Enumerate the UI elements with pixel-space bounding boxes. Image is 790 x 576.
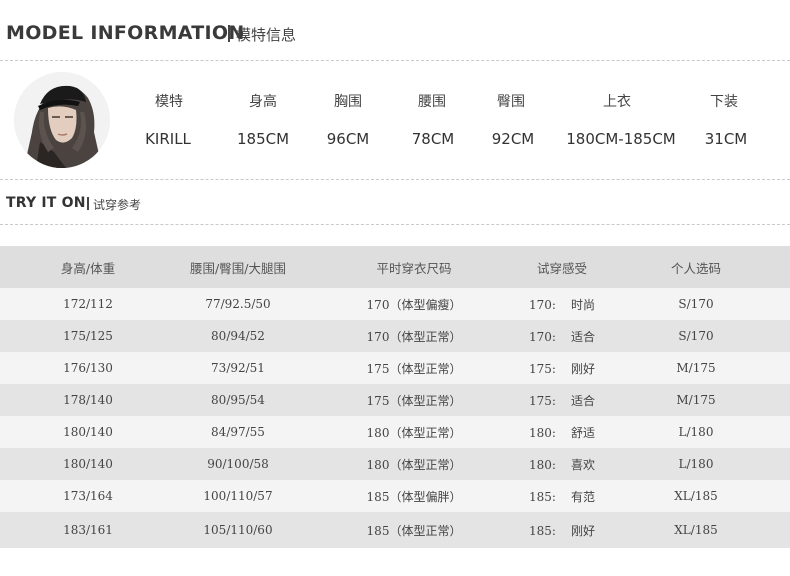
table-header-row: 身高/体重 腰围/臀围/大腿围 平时穿衣尺码 试穿感受 个人选码 — [0, 246, 790, 288]
cell-chosen-size: XL/185 — [674, 489, 718, 503]
cell-measurements: 73/92/51 — [211, 361, 265, 375]
cell-height-weight: 176/130 — [63, 361, 113, 375]
cell-usual-size: 180（体型正常） — [366, 425, 462, 440]
cell-height-weight: 172/112 — [63, 297, 113, 311]
cell-measurements: 90/100/58 — [207, 457, 269, 471]
dashed-divider — [0, 60, 790, 61]
table-row: 180/140 90/100/58 180（体型正常） 180: 喜欢 L/180 — [0, 448, 790, 480]
title-divider — [228, 25, 230, 42]
section-title-cn: 模特信息 — [236, 26, 297, 44]
cell-usual-size: 185（体型正常） — [366, 523, 462, 538]
model-col-label-model: 模特 — [155, 94, 183, 110]
cell-measurements: 84/97/55 — [211, 425, 265, 439]
fit-word: 刚好 — [570, 361, 596, 376]
fit-size: 180: — [528, 425, 556, 440]
cell-chosen-size: M/175 — [676, 361, 716, 375]
model-photo — [14, 72, 110, 168]
header-measurements: 腰围/臀围/大腿围 — [190, 260, 286, 276]
cell-fit-feeling: 170: 适合 — [529, 328, 595, 345]
cell-usual-size: 175（体型正常） — [366, 361, 462, 376]
cell-chosen-size: L/180 — [678, 425, 714, 439]
model-col-label-height: 身高 — [249, 94, 277, 110]
header-chosen-size: 个人选码 — [670, 260, 722, 276]
cell-measurements: 80/94/52 — [211, 329, 265, 343]
cell-chosen-size: L/180 — [678, 457, 714, 471]
cell-chosen-size: S/170 — [678, 329, 714, 343]
model-col-label-waist: 腰围 — [418, 94, 446, 110]
cell-height-weight: 180/140 — [63, 425, 113, 439]
table-row: 173/164 100/110/57 185（体型偏胖） 185: 有范 XL/1… — [0, 480, 790, 512]
header-usual-size: 平时穿衣尺码 — [376, 260, 452, 276]
fit-word: 时尚 — [570, 297, 596, 312]
fit-word: 适合 — [570, 329, 596, 344]
fit-word: 喜欢 — [570, 457, 596, 472]
model-bottom-size: 31CM — [704, 130, 748, 148]
model-col-label-bottom: 下装 — [710, 94, 738, 110]
table-row: 180/140 84/97/55 180（体型正常） 180: 舒适 L/180 — [0, 416, 790, 448]
table-row: 175/125 80/94/52 170（体型正常） 170: 适合 S/170 — [0, 320, 790, 352]
cell-chosen-size: M/175 — [676, 393, 716, 407]
fit-size: 170: — [528, 329, 556, 344]
model-name: KIRILL — [145, 130, 191, 148]
section-title-en: MODEL INFORMATION — [6, 22, 245, 44]
model-top-size: 180CM-185CM — [566, 130, 676, 148]
fit-word: 舒适 — [570, 425, 596, 440]
fit-size: 175: — [528, 393, 556, 408]
cell-usual-size: 170（体型正常） — [366, 329, 462, 344]
model-col-label-top: 上衣 — [603, 94, 631, 110]
try-on-divider — [87, 197, 89, 210]
model-waist: 78CM — [411, 130, 455, 148]
cell-height-weight: 178/140 — [63, 393, 113, 407]
cell-height-weight: 180/140 — [63, 457, 113, 471]
model-col-label-chest: 胸围 — [334, 94, 362, 110]
cell-fit-feeling: 185: 刚好 — [529, 522, 595, 539]
cell-chosen-size: S/170 — [678, 297, 714, 311]
cell-measurements: 105/110/60 — [203, 523, 273, 537]
cell-usual-size: 185（体型偏胖） — [366, 489, 462, 504]
table-row: 178/140 80/95/54 175（体型正常） 175: 适合 M/175 — [0, 384, 790, 416]
cell-usual-size: 170（体型偏瘦） — [366, 297, 462, 312]
model-col-label-hip: 臀围 — [497, 94, 525, 110]
table-row: 183/161 105/110/60 185（体型正常） 185: 刚好 XL/1… — [0, 512, 790, 548]
fit-size: 170: — [528, 297, 556, 312]
model-hip: 92CM — [491, 130, 535, 148]
fit-reference-table: 身高/体重 腰围/臀围/大腿围 平时穿衣尺码 试穿感受 个人选码 172/112… — [0, 246, 790, 548]
fit-word: 适合 — [570, 393, 596, 408]
cell-fit-feeling: 185: 有范 — [529, 488, 595, 505]
fit-word: 刚好 — [570, 523, 596, 538]
fit-size: 185: — [528, 489, 556, 504]
model-chest: 96CM — [326, 130, 370, 148]
cell-fit-feeling: 170: 时尚 — [529, 296, 595, 313]
cell-height-weight: 183/161 — [63, 523, 113, 537]
try-on-title-cn: 试穿参考 — [93, 198, 142, 212]
cell-height-weight: 173/164 — [63, 489, 113, 503]
cell-fit-feeling: 175: 刚好 — [529, 360, 595, 377]
cell-usual-size: 175（体型正常） — [366, 393, 462, 408]
header-height-weight: 身高/体重 — [60, 260, 116, 276]
fit-size: 175: — [528, 361, 556, 376]
try-on-title-en: TRY IT ON — [6, 195, 86, 211]
cell-chosen-size: XL/185 — [674, 523, 718, 537]
table-row: 176/130 73/92/51 175（体型正常） 175: 刚好 M/175 — [0, 352, 790, 384]
dashed-divider — [0, 179, 790, 180]
cell-fit-feeling: 180: 舒适 — [529, 424, 595, 441]
cell-fit-feeling: 180: 喜欢 — [529, 456, 595, 473]
dashed-divider — [0, 224, 790, 225]
cell-measurements: 100/110/57 — [203, 489, 273, 503]
cell-measurements: 80/95/54 — [211, 393, 265, 407]
cell-height-weight: 175/125 — [63, 329, 113, 343]
fit-size: 180: — [528, 457, 556, 472]
model-height: 185CM — [236, 130, 290, 148]
cell-usual-size: 180（体型正常） — [366, 457, 462, 472]
fit-size: 185: — [528, 523, 556, 538]
cell-fit-feeling: 175: 适合 — [529, 392, 595, 409]
fit-word: 有范 — [570, 489, 596, 504]
header-fit-feeling: 试穿感受 — [536, 260, 588, 276]
table-row: 172/112 77/92.5/50 170（体型偏瘦） 170: 时尚 S/17… — [0, 288, 790, 320]
cell-measurements: 77/92.5/50 — [205, 297, 271, 311]
